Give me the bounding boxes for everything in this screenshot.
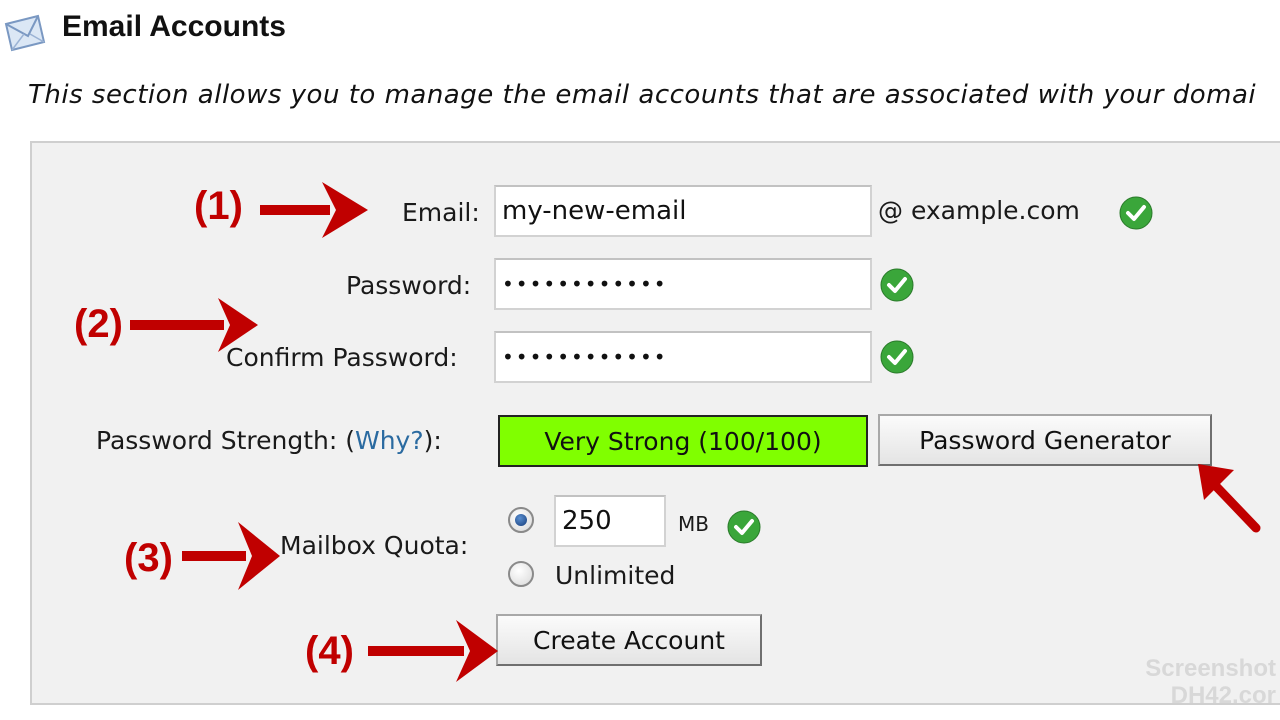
- confirm-password-input[interactable]: [494, 331, 872, 383]
- envelope-icon: [4, 14, 46, 52]
- annotation-step-1: (1): [194, 184, 243, 228]
- section-description: This section allows you to manage the em…: [28, 80, 1257, 110]
- annotation-step-3: (3): [124, 536, 173, 580]
- quota-input[interactable]: [554, 495, 666, 547]
- password-strength-label: Password Strength: (Why?):: [96, 426, 442, 455]
- quota-unlimited-radio[interactable]: [508, 561, 534, 587]
- quota-value-radio[interactable]: [508, 507, 534, 533]
- watermark-line-1: Screenshot: [1145, 654, 1276, 682]
- email-input[interactable]: [494, 185, 872, 237]
- password-label: Password:: [346, 271, 472, 300]
- quota-check-icon: [727, 510, 761, 544]
- strength-label-prefix: Password Strength: (: [96, 426, 355, 455]
- strength-label-suffix: ):: [423, 426, 442, 455]
- email-check-icon: [1119, 196, 1153, 230]
- password-generator-button[interactable]: Password Generator: [878, 414, 1212, 466]
- create-account-button[interactable]: Create Account: [496, 614, 762, 666]
- watermark: Screenshot DH42.cor: [1145, 655, 1276, 710]
- password-strength-meter: Very Strong (100/100): [498, 415, 868, 467]
- password-check-icon: [880, 268, 914, 302]
- confirm-password-check-icon: [880, 340, 914, 374]
- annotation-arrow-4: [368, 620, 498, 682]
- strength-value: Very Strong (100/100): [544, 426, 822, 456]
- watermark-line-2: DH42.cor: [1170, 682, 1276, 710]
- password-input[interactable]: [494, 258, 872, 310]
- annotation-arrow-1: [260, 182, 368, 238]
- page-title: Email Accounts: [62, 10, 286, 43]
- confirm-password-label: Confirm Password:: [226, 343, 458, 372]
- annotation-arrow-generator: [1198, 464, 1261, 533]
- quota-unit: MB: [678, 512, 709, 536]
- annotation-step-2: (2): [74, 302, 123, 346]
- annotation-step-4: (4): [305, 629, 354, 673]
- mailbox-quota-label: Mailbox Quota:: [280, 531, 469, 560]
- annotation-arrow-2: [130, 298, 258, 352]
- domain-suffix: @ example.com: [878, 196, 1080, 225]
- why-link[interactable]: Why?: [355, 426, 424, 455]
- email-label: Email:: [402, 198, 480, 227]
- quota-unlimited-label: Unlimited: [555, 561, 676, 590]
- annotation-arrow-3: [182, 522, 280, 590]
